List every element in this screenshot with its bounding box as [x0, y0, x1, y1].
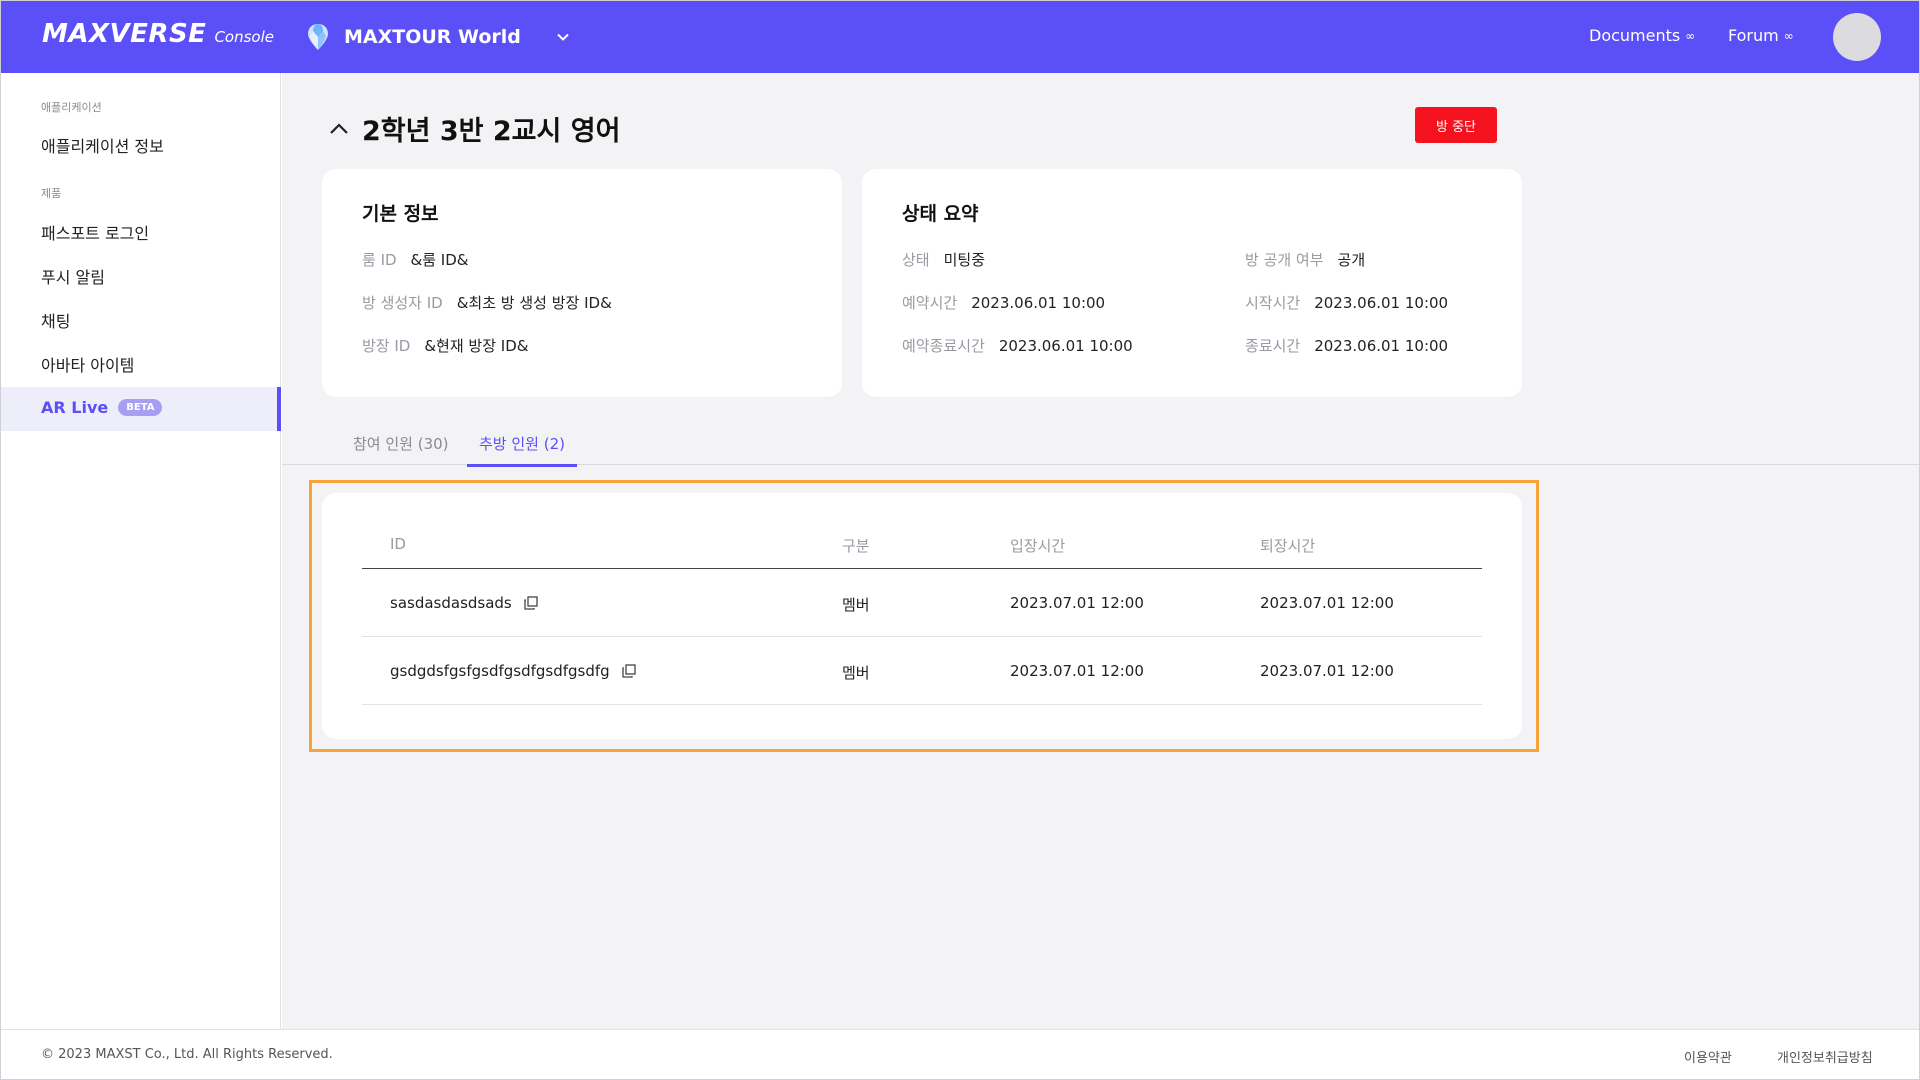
sidebar-item-ar-live-label: AR Live BETA: [41, 398, 163, 417]
member-tabs: 참여 인원 (30) 추방 인원 (2): [282, 425, 1919, 467]
public-value: 공개: [1337, 251, 1366, 269]
tab-kicked[interactable]: 추방 인원 (2): [467, 433, 577, 467]
world-name: MAXTOUR World: [344, 26, 521, 48]
start-time-label: 시작시간: [1245, 294, 1301, 312]
sidebar-item-ar-live[interactable]: AR Live BETA: [1, 387, 281, 431]
column-header-type: 구분: [842, 537, 870, 555]
stop-room-button[interactable]: 방 중단: [1415, 107, 1497, 143]
sidebar-section-application: 애플리케이션: [41, 101, 102, 114]
start-time-value: 2023.06.01 10:00: [1314, 293, 1449, 312]
reserved-time-value: 2023.06.01 10:00: [971, 293, 1106, 312]
external-link-icon: ∞: [1783, 28, 1794, 43]
sidebar-item-passport-login[interactable]: 패스포트 로그인: [41, 220, 149, 244]
cell-exit-time: 2023.07.01 12:00: [1260, 662, 1394, 680]
table-row: sasdasdasdsads 멤버 2023.07.01 12:00 2023.…: [362, 569, 1482, 637]
room-id-row: 룸 ID &룸 ID&: [362, 249, 468, 270]
status-value: 미팅중: [943, 251, 986, 269]
documents-label: Documents: [1589, 26, 1681, 45]
user-avatar[interactable]: [1833, 13, 1881, 61]
external-link-icon: ∞: [1685, 28, 1696, 43]
status-summary-title: 상태 요약: [902, 203, 979, 225]
reserved-end-row: 예약종료시간 2023.06.01 10:00: [902, 335, 1133, 356]
sidebar-item-avatar-item[interactable]: 아바타 아이템: [41, 352, 134, 376]
reserved-end-label: 예약종료시간: [902, 337, 985, 355]
room-id-value: &룸 ID&: [410, 251, 469, 269]
tab-participants[interactable]: 참여 인원 (30): [353, 433, 449, 464]
basic-info-card: 기본 정보 룸 ID &룸 ID& 방 생성자 ID &최초 방 생성 방장 I…: [322, 169, 842, 397]
footer: © 2023 MAXST Co., Ltd. All Rights Reserv…: [1, 1029, 1919, 1079]
cell-id: gsdgdsfgsfgsdfgsdfgsdfgsdfg: [390, 662, 636, 680]
kicked-members-table: ID 구분 입장시간 퇴장시간 sasdasdasdsads 멤버 2023.0…: [322, 493, 1522, 739]
copyright-text: © 2023 MAXST Co., Ltd. All Rights Reserv…: [41, 1047, 333, 1062]
page-title: 2학년 3반 2교시 영어: [362, 116, 621, 147]
cell-type: 멤버: [842, 664, 870, 682]
room-id-label: 룸 ID: [362, 251, 397, 269]
cell-enter-time: 2023.07.01 12:00: [1010, 662, 1144, 680]
cell-enter-time: 2023.07.01 12:00: [1010, 594, 1144, 612]
host-id-label: 방장 ID: [362, 337, 411, 355]
top-header: MAXVERSE Console MAXTOUR World Documents…: [1, 1, 1919, 73]
end-time-value: 2023.06.01 10:00: [1314, 336, 1449, 355]
sidebar: 애플리케이션 애플리케이션 정보 제품 패스포트 로그인 푸시 알림 채팅 아바…: [1, 73, 281, 1029]
app-frame: MAXVERSE Console MAXTOUR World Documents…: [0, 0, 1920, 1080]
table-row: gsdgdsfgsfgsdfgsdfgsdfgsdfg 멤버 2023.07.0…: [362, 637, 1482, 705]
public-row: 방 공개 여부 공개: [1245, 249, 1365, 270]
documents-link[interactable]: Documents ∞: [1589, 26, 1695, 45]
world-selector[interactable]: MAXTOUR World: [306, 23, 571, 51]
sidebar-item-push[interactable]: 푸시 알림: [41, 264, 105, 288]
creator-id-row: 방 생성자 ID &최초 방 생성 방장 ID&: [362, 292, 612, 313]
ar-live-text: AR Live: [41, 398, 109, 417]
status-row: 상태 미팅중: [902, 249, 985, 270]
chevron-up-icon[interactable]: [328, 118, 350, 140]
logo-sub-text: Console: [214, 28, 274, 46]
column-header-enter-time: 입장시간: [1010, 537, 1066, 555]
end-time-row: 종료시간 2023.06.01 10:00: [1245, 335, 1448, 356]
column-header-id: ID: [390, 535, 406, 553]
status-label: 상태: [902, 251, 930, 269]
beta-badge: BETA: [118, 399, 163, 416]
cell-exit-time: 2023.07.01 12:00: [1260, 594, 1394, 612]
host-id-value: &현재 방장 ID&: [424, 337, 529, 355]
reserved-time-label: 예약시간: [902, 294, 958, 312]
console-logo[interactable]: MAXVERSE Console: [42, 19, 274, 49]
sidebar-item-app-info[interactable]: 애플리케이션 정보: [41, 133, 164, 157]
cell-id: sasdasdasdsads: [390, 594, 538, 612]
privacy-policy-link[interactable]: 개인정보취급방침: [1777, 1047, 1873, 1066]
page-title-row: 2학년 3반 2교시 영어: [328, 109, 620, 148]
forum-label: Forum: [1728, 26, 1779, 45]
main-content: 2학년 3반 2교시 영어 방 중단 기본 정보 룸 ID &룸 ID& 방 생…: [282, 73, 1919, 1029]
copy-icon[interactable]: [524, 596, 538, 610]
table-header: ID 구분 입장시간 퇴장시간: [362, 493, 1482, 569]
forum-link[interactable]: Forum ∞: [1728, 26, 1794, 45]
status-summary-card: 상태 요약 상태 미팅중 방 공개 여부 공개 예약시간 2023.06.01 …: [862, 169, 1522, 397]
chevron-down-icon[interactable]: [555, 29, 571, 45]
creator-id-value: &최초 방 생성 방장 ID&: [456, 294, 612, 312]
world-pin-icon: [308, 24, 328, 50]
copy-icon[interactable]: [622, 664, 636, 678]
cell-type: 멤버: [842, 596, 870, 614]
logo-main-text: MAXVERSE: [42, 19, 207, 49]
host-id-row: 방장 ID &현재 방장 ID&: [362, 335, 528, 356]
sidebar-section-product: 제품: [41, 187, 62, 200]
reserved-end-value: 2023.06.01 10:00: [998, 336, 1133, 355]
public-label: 방 공개 여부: [1245, 251, 1324, 269]
member-id: sasdasdasdsads: [390, 594, 512, 612]
column-header-exit-time: 퇴장시간: [1260, 537, 1316, 555]
start-time-row: 시작시간 2023.06.01 10:00: [1245, 292, 1448, 313]
member-id: gsdgdsfgsfgsdfgsdfgsdfgsdfg: [390, 662, 610, 680]
end-time-label: 종료시간: [1245, 337, 1301, 355]
creator-id-label: 방 생성자 ID: [362, 294, 443, 312]
reserved-time-row: 예약시간 2023.06.01 10:00: [902, 292, 1105, 313]
basic-info-title: 기본 정보: [362, 203, 439, 225]
sidebar-item-chat[interactable]: 채팅: [41, 308, 70, 332]
terms-link[interactable]: 이용약관: [1684, 1047, 1732, 1066]
